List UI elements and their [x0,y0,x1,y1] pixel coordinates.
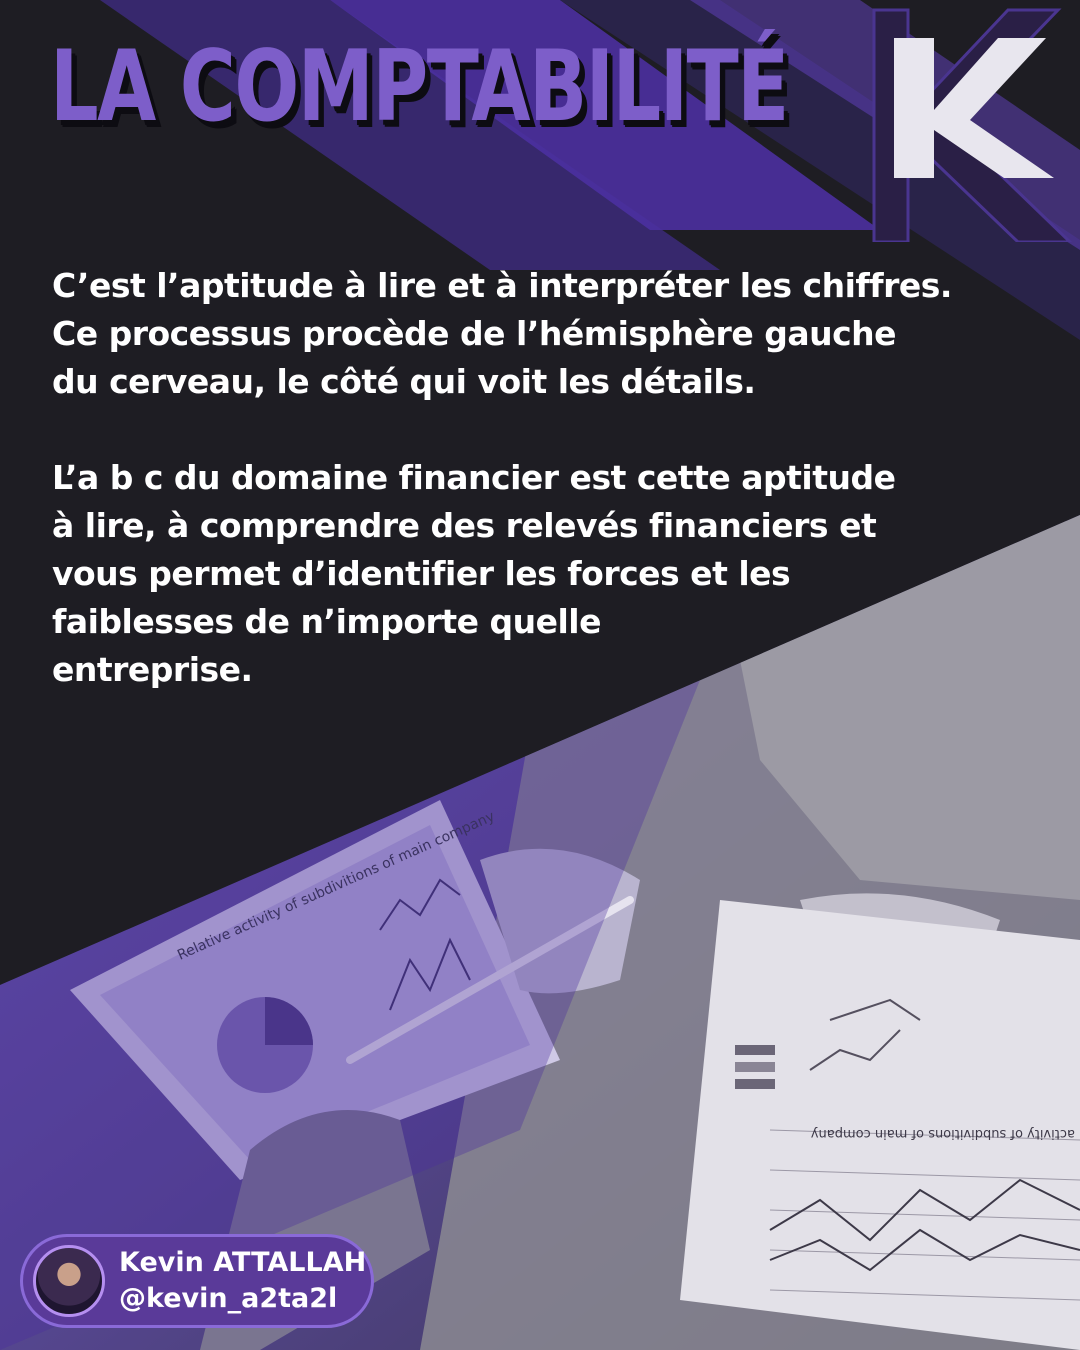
author-name: Kevin ATTALLAH [119,1247,367,1278]
paragraph-2: L’a b c du domaine financier est cette a… [52,458,896,689]
paragraph-1: C’est l’aptitude à lire et à interpréter… [52,266,952,401]
avatar [33,1245,105,1317]
author-handle: @kevin_a2ta2l [119,1283,338,1314]
page-title: LA COMPTABILITÉ [50,30,789,144]
post-page: Relative activity of subdivitions of mai… [0,0,1080,1350]
k-logo-icon [872,8,1073,242]
report-chart-caption: activity of subdivitions of main company [811,1126,1075,1141]
author-badge[interactable]: Kevin ATTALLAH @kevin_a2ta2l [20,1234,374,1328]
body-text: C’est l’aptitude à lire et à interpréter… [52,262,1052,694]
